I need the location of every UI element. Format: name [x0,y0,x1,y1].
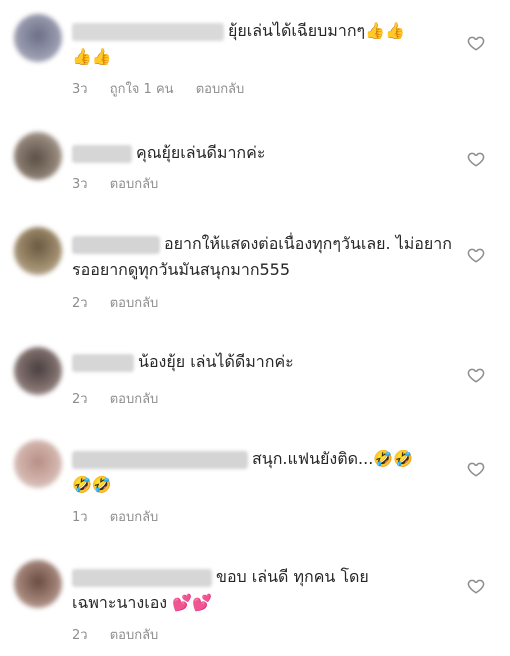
heart-outline-icon[interactable] [467,460,485,478]
comment-item: คุณยุ้ยเล่นดีมากค่ะ 3ว ตอบกลับ [0,110,510,215]
heart-outline-icon[interactable] [467,577,485,595]
username-blurred[interactable] [72,568,212,587]
heart-outline-icon[interactable] [467,34,485,52]
heart-outline-icon[interactable] [467,150,485,168]
comment-time: 2ว [72,392,88,407]
heart-outline-icon[interactable] [467,366,485,384]
avatar[interactable] [14,440,62,488]
reply-button[interactable]: ตอบกลับ [110,628,159,643]
username-blurred[interactable] [72,450,248,469]
reply-button[interactable]: ตอบกลับ [110,510,159,525]
avatar[interactable] [14,132,62,180]
comment-item: ขอบ เล่นดี ทุกคน โดยเฉพาะนางเอง 💕💕 2ว ตอ… [0,550,510,656]
reply-button[interactable]: ตอบกลับ [110,177,159,192]
avatar[interactable] [14,347,62,395]
comment-time: 2ว [72,628,88,643]
comment-text: น้องยุ้ย เล่นได้ดีมากค่ะ [138,352,294,371]
heart-outline-icon[interactable] [467,246,485,264]
comment-item: สนุก.แฟนยังติด...🤣🤣🤣🤣 1ว ตอบกลับ [0,430,510,550]
username-blurred[interactable] [72,144,132,163]
comment-time: 2ว [72,296,88,311]
comment-item: น้องยุ้ย เล่นได้ดีมากค่ะ 2ว ตอบกลับ [0,335,510,430]
comment-item: ยุ้ยเล่นได้เฉียบมากๆ👍👍👍👍 3ว ถูกใจ 1 คน ต… [0,0,510,110]
avatar[interactable] [14,227,62,275]
avatar[interactable] [14,14,62,62]
comment-time: 3ว [72,82,88,97]
username-blurred[interactable] [72,353,134,372]
comment-time: 3ว [72,177,88,192]
username-blurred[interactable] [72,22,224,41]
likes-count[interactable]: ถูกใจ 1 คน [110,82,174,97]
username-blurred[interactable] [72,235,160,254]
reply-button[interactable]: ตอบกลับ [110,392,159,407]
comment-item: อยากให้แสดงต่อเนื่องทุกๆวันเลย. ไม่อยากร… [0,215,510,335]
comment-time: 1ว [72,510,88,525]
comment-text: คุณยุ้ยเล่นดีมากค่ะ [136,143,266,162]
reply-button[interactable]: ตอบกลับ [110,296,159,311]
avatar[interactable] [14,560,62,608]
reply-button[interactable]: ตอบกลับ [196,82,245,97]
